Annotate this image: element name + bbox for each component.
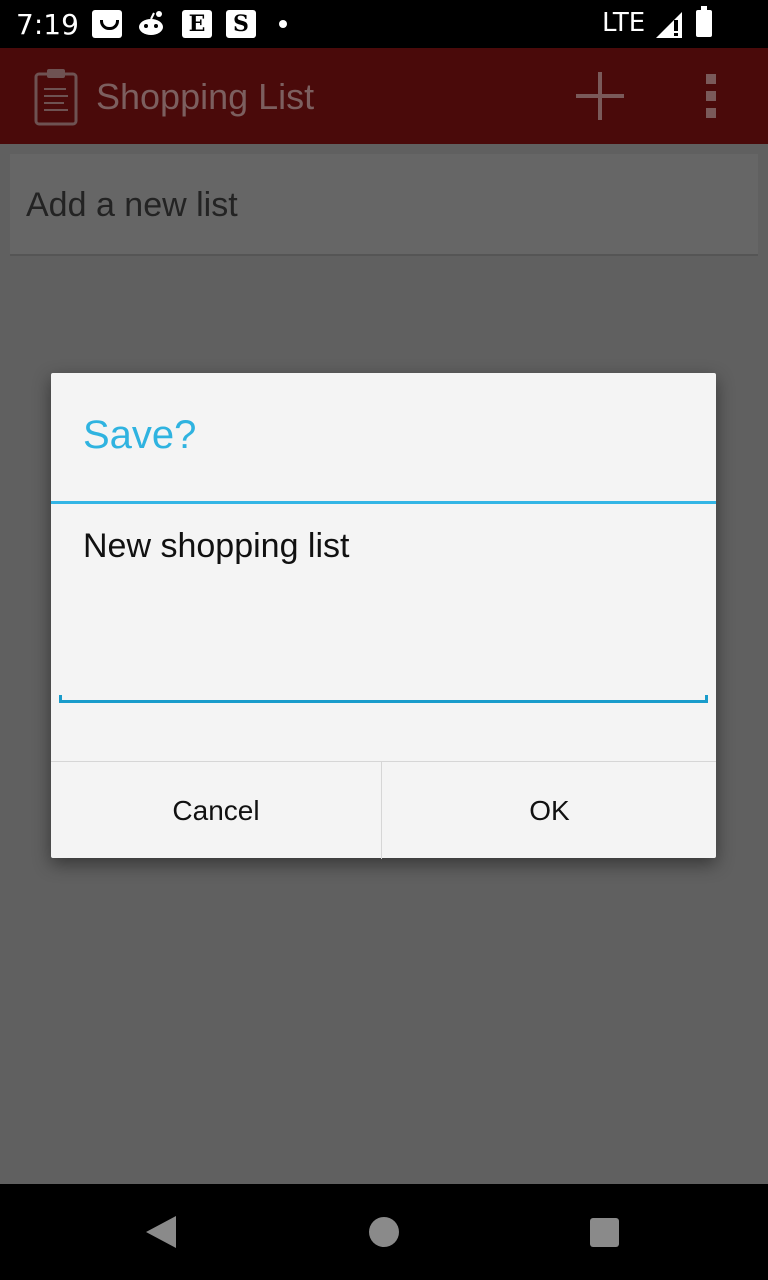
app-bar: Shopping List [0, 48, 768, 144]
dialog-title: Save? [83, 413, 197, 457]
add-list-item[interactable]: Add a new list [10, 154, 758, 256]
list-name-input[interactable]: New shopping list [59, 523, 708, 703]
e-app-icon: E [182, 10, 212, 38]
overflow-menu-icon[interactable] [704, 74, 718, 118]
add-list-label: Add a new list [26, 186, 238, 224]
more-notifications-dot [279, 20, 287, 28]
home-icon[interactable] [369, 1217, 399, 1247]
add-icon[interactable] [576, 72, 624, 120]
save-dialog: Save? New shopping list Cancel OK [51, 373, 716, 859]
ok-button[interactable]: OK [383, 762, 716, 859]
clipboard-icon [34, 68, 78, 131]
s-app-icon: S [226, 10, 256, 38]
status-time: 7:19 [16, 8, 79, 41]
navigation-bar [0, 1184, 768, 1280]
recents-icon[interactable] [590, 1218, 619, 1247]
shopping-bag-icon [92, 10, 122, 38]
dialog-title-divider [51, 501, 716, 504]
network-type: LTE [602, 8, 646, 38]
reddit-icon [136, 10, 166, 38]
cancel-button[interactable]: Cancel [51, 762, 382, 859]
list-name-input-value: New shopping list [83, 527, 350, 565]
battery-icon [696, 6, 712, 37]
status-bar: 7:19 E S LTE [0, 0, 768, 48]
back-icon[interactable] [146, 1216, 176, 1248]
app-title: Shopping List [96, 76, 315, 117]
input-underline [59, 695, 708, 703]
signal-icon [656, 12, 684, 43]
dialog-button-bar: Cancel OK [51, 761, 716, 859]
